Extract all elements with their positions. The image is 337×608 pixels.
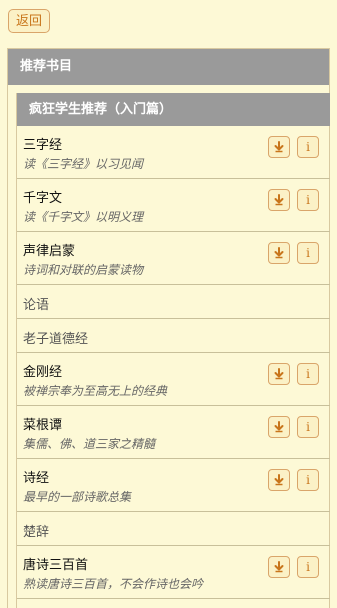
info-icon: i: [306, 420, 310, 434]
book-row[interactable]: 诗经最早的一部诗歌总集 i: [17, 459, 330, 512]
book-row[interactable]: 千字文读《千字文》以明义理 i: [17, 179, 330, 232]
info-icon: i: [306, 560, 310, 574]
book-description: 熟读唐诗三百首，不会作诗也会吟: [23, 577, 204, 591]
book-title: 唐诗三百首: [23, 558, 89, 573]
subsection-header: 疯狂学生推荐（入门篇）: [17, 93, 330, 126]
info-icon: i: [306, 193, 310, 207]
book-title: 菜根谭: [23, 418, 63, 433]
info-button[interactable]: i: [297, 416, 319, 438]
book-title: 论语: [23, 298, 50, 313]
book-description: 被禅宗奉为至高无上的经典: [23, 384, 168, 398]
book-title: 声律启蒙: [23, 244, 76, 259]
row-actions: i: [268, 469, 319, 491]
book-description: 集儒、佛、道三家之精髓: [23, 437, 156, 451]
download-button[interactable]: [268, 136, 290, 158]
book-title: 老子道德经: [23, 332, 89, 347]
row-actions: i: [268, 556, 319, 578]
info-button[interactable]: i: [297, 363, 319, 385]
info-button[interactable]: i: [297, 189, 319, 211]
download-button[interactable]: [268, 469, 290, 491]
row-actions: i: [268, 242, 319, 264]
download-button[interactable]: [268, 242, 290, 264]
book-row[interactable]: 声律启蒙诗词和对联的启蒙读物 i: [17, 232, 330, 285]
book-list: 三字经 读《三字经》以习见闻 i 千字文 读《千字文》以明义理 i 声律启蒙 诗词和对联的启蒙…: [17, 126, 330, 599]
info-icon: i: [306, 246, 310, 260]
download-arrow-icon: [273, 194, 285, 206]
info-button[interactable]: i: [297, 469, 319, 491]
book-row[interactable]: 三字经读《三字经》以习见闻 i: [17, 126, 330, 179]
download-arrow-icon: [273, 247, 285, 259]
book-description: 读《千字文》以明义理: [23, 210, 144, 224]
book-title: 金刚经: [23, 365, 63, 380]
info-icon: i: [306, 367, 310, 381]
download-button[interactable]: [268, 363, 290, 385]
back-button[interactable]: 返回: [8, 9, 51, 33]
book-title: 千字文: [23, 191, 63, 206]
download-button[interactable]: [268, 189, 290, 211]
top-bar: 返回: [0, 0, 337, 44]
book-row[interactable]: 论语: [17, 285, 330, 319]
book-row[interactable]: 菜根谭集儒、佛、道三家之精髓 i: [17, 406, 330, 459]
row-actions: i: [268, 416, 319, 438]
row-actions: i: [268, 189, 319, 211]
download-arrow-icon: [273, 474, 285, 486]
download-arrow-icon: [273, 368, 285, 380]
info-button[interactable]: i: [297, 242, 319, 264]
book-title: 诗经: [23, 471, 50, 486]
download-arrow-icon: [273, 421, 285, 433]
book-title: 楚辞: [23, 525, 50, 540]
download-button[interactable]: [268, 556, 290, 578]
download-arrow-icon: [273, 561, 285, 573]
book-row[interactable]: 老子道德经: [17, 319, 330, 353]
download-arrow-icon: [273, 141, 285, 153]
sub-panel: 疯狂学生推荐（入门篇） 三字经读《三字经》以习见闻 i 千字文读《千字文》以明义理 i…: [16, 93, 330, 608]
book-description: 最早的一部诗歌总集: [23, 490, 132, 504]
book-row[interactable]: 唐诗三百首熟读唐诗三百首，不会作诗也会吟 i: [17, 546, 330, 599]
info-icon: i: [306, 473, 310, 487]
download-button[interactable]: [268, 416, 290, 438]
book-title: 三字经: [23, 138, 63, 153]
row-actions: i: [268, 363, 319, 385]
section-header: 推荐书目: [8, 49, 329, 85]
info-button[interactable]: i: [297, 556, 319, 578]
info-button[interactable]: i: [297, 136, 319, 158]
row-actions: i: [268, 136, 319, 158]
book-row[interactable]: 楚辞: [17, 512, 330, 546]
book-description: 读《三字经》以习见闻: [23, 157, 144, 171]
recommended-books-panel: 推荐书目 疯狂学生推荐（入门篇） 三字经 读《三字经》以习见闻 i 千字文 读《千字文》…: [7, 48, 330, 608]
book-description: 诗词和对联的启蒙读物: [23, 263, 144, 277]
info-icon: i: [306, 140, 310, 154]
book-row[interactable]: 金刚经被禅宗奉为至高无上的经典 i: [17, 353, 330, 406]
